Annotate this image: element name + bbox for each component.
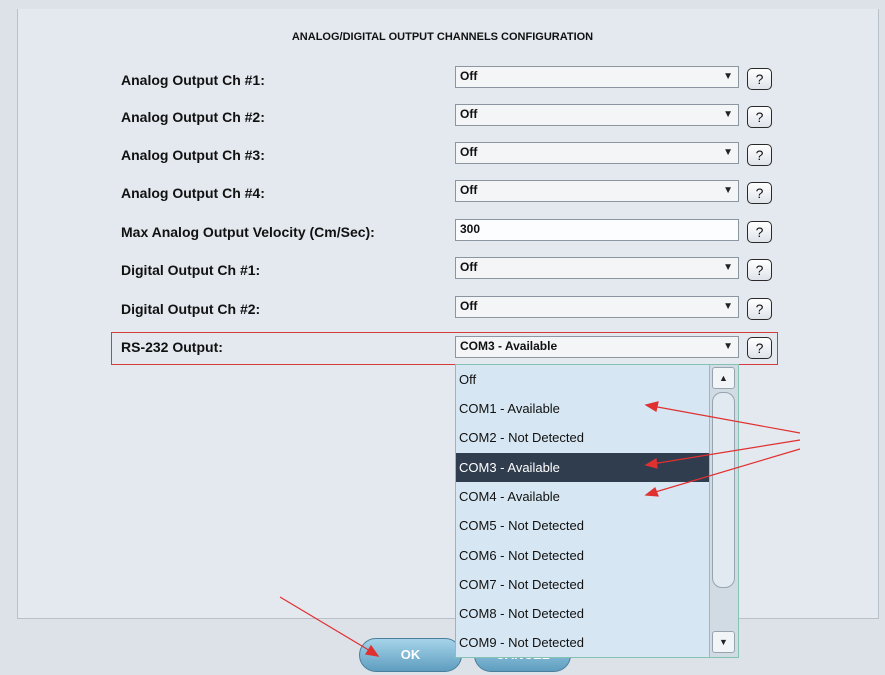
- dropdown-option[interactable]: COM1 - Available: [456, 394, 709, 423]
- help-button-max-velocity[interactable]: ?: [747, 221, 772, 243]
- dropdown-option[interactable]: COM9 - Not Detected: [456, 628, 709, 657]
- help-button-analog-ch1[interactable]: ?: [747, 68, 772, 90]
- page-title: ANALOG/DIGITAL OUTPUT CHANNELS CONFIGURA…: [291, 31, 594, 43]
- label-analog-ch2: Analog Output Ch #2:: [121, 109, 265, 125]
- select-value: Off: [460, 107, 478, 121]
- triangle-down-icon: ▼: [723, 71, 733, 82]
- label-digital-ch2: Digital Output Ch #2:: [121, 301, 261, 317]
- label-analog-ch3: Analog Output Ch #3:: [121, 147, 265, 163]
- label-analog-ch1: Analog Output Ch #1:: [121, 72, 265, 88]
- dropdown-scrollbar[interactable]: ▲ ▼: [709, 365, 738, 657]
- input-value: 300: [460, 222, 481, 236]
- triangle-down-icon: ▼: [723, 185, 733, 196]
- help-button-analog-ch4[interactable]: ?: [747, 182, 772, 204]
- label-rs232: RS-232 Output:: [121, 339, 223, 355]
- select-rs232[interactable]: COM3 - Available ▼: [455, 336, 739, 358]
- max-velocity-input[interactable]: 300: [455, 219, 739, 241]
- help-button-analog-ch2[interactable]: ?: [747, 106, 772, 128]
- help-button-digital-ch1[interactable]: ?: [747, 259, 772, 281]
- select-digital-ch2[interactable]: Off ▼: [455, 296, 739, 318]
- dropdown-option-selected[interactable]: COM3 - Available: [456, 453, 709, 482]
- triangle-down-icon: ▼: [723, 301, 733, 312]
- help-button-rs232[interactable]: ?: [747, 337, 772, 359]
- label-max-velocity: Max Analog Output Velocity (Cm/Sec):: [121, 224, 375, 240]
- label-analog-ch4: Analog Output Ch #4:: [121, 185, 265, 201]
- select-value: Off: [460, 299, 478, 313]
- help-button-analog-ch3[interactable]: ?: [747, 144, 772, 166]
- help-button-digital-ch2[interactable]: ?: [747, 298, 772, 320]
- ok-button[interactable]: OK: [359, 638, 462, 672]
- scroll-down-icon[interactable]: ▼: [712, 631, 735, 653]
- scrollbar-thumb[interactable]: [712, 392, 735, 588]
- select-value: Off: [460, 145, 478, 159]
- select-analog-ch4[interactable]: Off ▼: [455, 180, 739, 202]
- triangle-down-icon: ▼: [723, 147, 733, 158]
- dropdown-option[interactable]: COM7 - Not Detected: [456, 570, 709, 599]
- select-analog-ch3[interactable]: Off ▼: [455, 142, 739, 164]
- select-analog-ch2[interactable]: Off ▼: [455, 104, 739, 126]
- dropdown-option[interactable]: COM2 - Not Detected: [456, 423, 709, 452]
- select-value: Off: [460, 69, 478, 83]
- select-value: Off: [460, 260, 478, 274]
- select-value: COM3 - Available: [460, 339, 558, 353]
- triangle-down-icon: ▼: [723, 341, 733, 352]
- dropdown-option[interactable]: Off: [456, 365, 709, 394]
- select-value: Off: [460, 183, 478, 197]
- scroll-up-icon[interactable]: ▲: [712, 367, 735, 389]
- dropdown-option[interactable]: COM8 - Not Detected: [456, 599, 709, 628]
- select-digital-ch1[interactable]: Off ▼: [455, 257, 739, 279]
- dropdown-option[interactable]: COM6 - Not Detected: [456, 541, 709, 570]
- triangle-down-icon: ▼: [723, 262, 733, 273]
- label-digital-ch1: Digital Output Ch #1:: [121, 262, 261, 278]
- dropdown-option[interactable]: COM4 - Available: [456, 482, 709, 511]
- select-analog-ch1[interactable]: Off ▼: [455, 66, 739, 88]
- rs232-dropdown-list[interactable]: Off COM1 - Available COM2 - Not Detected…: [455, 364, 739, 658]
- triangle-down-icon: ▼: [723, 109, 733, 120]
- dropdown-option[interactable]: COM5 - Not Detected: [456, 511, 709, 540]
